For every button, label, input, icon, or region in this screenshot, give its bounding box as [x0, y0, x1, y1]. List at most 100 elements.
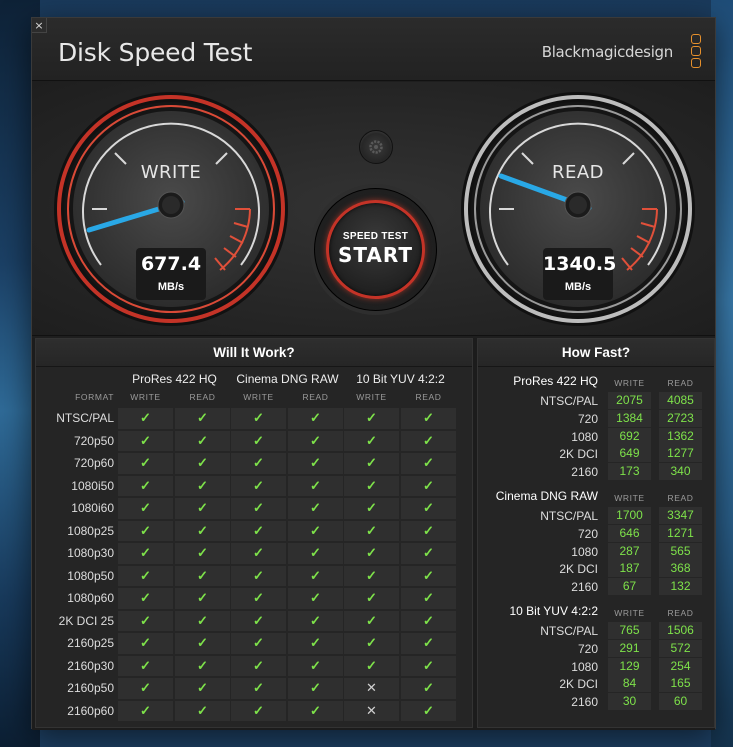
write-speed-value: 677.4 — [140, 253, 202, 275]
group-yuv-title: 10 Bit YUV 4:2:2 — [356, 372, 445, 386]
write-fps-value: 1700 — [608, 507, 651, 524]
row-label: 1080 — [571, 659, 598, 674]
write-fps-value: 84 — [608, 675, 651, 693]
table-row: NTSC/PAL ✓ ✓ ✓ ✓ ✓ ✓ — [36, 407, 472, 430]
app-window: Disk Speed Test Blackmagicdesign × WRITE… — [31, 17, 716, 730]
read-readout: 1340.5 MB/s — [543, 248, 616, 300]
row-label: NTSC/PAL — [540, 624, 598, 638]
check-icon: ✓ — [401, 453, 456, 474]
check-icon: ✓ — [175, 453, 230, 474]
check-icon: ✓ — [231, 475, 286, 496]
gauge-area: WRITE 677.4 MB/s SPEED TEST START READ 1… — [32, 82, 715, 336]
table-row: 2160p25 ✓ ✓ ✓ ✓ ✓ ✓ — [36, 632, 472, 655]
row-label: 2160 — [571, 580, 598, 595]
will-it-work-panel: Will It Work? ProRes 422 HQ Cinema DNG R… — [35, 338, 473, 728]
write-fps-value: 692 — [608, 427, 651, 445]
check-icon: ✓ — [231, 678, 286, 699]
table-row: 2K DCI 187 368 — [478, 560, 714, 578]
check-icon: ✓ — [118, 498, 173, 519]
format-label: 2160p60 — [67, 703, 114, 718]
check-icon: ✓ — [231, 430, 286, 451]
settings-button[interactable] — [359, 130, 393, 164]
write-fps-value: 187 — [608, 560, 651, 578]
write-column-header: WRITE — [614, 493, 645, 503]
check-icon: ✓ — [344, 655, 399, 676]
cross-icon: ✕ — [344, 700, 399, 721]
check-icon: ✓ — [344, 588, 399, 609]
start-button[interactable]: SPEED TEST START — [314, 188, 437, 311]
format-label: NTSC/PAL — [56, 411, 114, 425]
format-label: 1080p50 — [67, 568, 114, 583]
read-fps-value: 132 — [659, 578, 702, 596]
check-icon: ✓ — [401, 408, 456, 429]
table-row: 2160p60 ✓ ✓ ✓ ✓ ✕ ✓ — [36, 700, 472, 723]
check-icon: ✓ — [175, 700, 230, 721]
check-icon: ✓ — [344, 520, 399, 541]
read-fps-value: 4085 — [659, 392, 702, 409]
check-icon: ✓ — [401, 678, 456, 699]
check-icon: ✓ — [288, 633, 343, 654]
group-cinemadng-title: Cinema DNG RAW — [236, 372, 339, 386]
format-label: 720p50 — [73, 433, 114, 448]
row-label: 1080 — [571, 544, 598, 559]
read-column-header: READ — [667, 378, 694, 388]
check-icon: ✓ — [344, 543, 399, 564]
check-icon: ✓ — [288, 498, 343, 519]
format-label: 2160p25 — [67, 636, 114, 650]
row-label: NTSC/PAL — [540, 509, 598, 523]
yuv-write-header: WRITE — [356, 392, 387, 402]
gear-icon — [369, 140, 383, 154]
table-row: 1080i60 ✓ ✓ ✓ ✓ ✓ ✓ — [36, 497, 472, 520]
write-column-header: WRITE — [614, 378, 645, 388]
how-fast-title: How Fast? — [478, 339, 714, 367]
read-fps-value: 572 — [659, 639, 702, 657]
check-icon: ✓ — [231, 610, 286, 631]
will-it-work-groups: ProRes 422 HQ Cinema DNG RAW 10 Bit YUV … — [36, 372, 472, 388]
cinemadng-read-header: READ — [302, 392, 329, 402]
write-fps-value: 291 — [608, 639, 651, 657]
check-icon: ✓ — [231, 700, 286, 721]
table-row: 1080p25 ✓ ✓ ✓ ✓ ✓ ✓ — [36, 520, 472, 543]
check-icon: ✓ — [401, 430, 456, 451]
row-label: 720 — [577, 641, 598, 656]
results-panels: Will It Work? ProRes 422 HQ Cinema DNG R… — [32, 338, 715, 730]
check-icon: ✓ — [344, 633, 399, 654]
check-icon: ✓ — [288, 520, 343, 541]
read-column-header: READ — [667, 608, 694, 618]
check-icon: ✓ — [118, 475, 173, 496]
section-title: 10 Bit YUV 4:2:2 — [509, 604, 599, 618]
check-icon: ✓ — [118, 408, 173, 429]
check-icon: ✓ — [175, 498, 230, 519]
format-header: FORMAT — [75, 392, 114, 402]
table-row: 720p60 ✓ ✓ ✓ ✓ ✓ ✓ — [36, 452, 472, 475]
how-fast-panel: How Fast? ProRes 422 HQ WRITE READ NTSC/PAL… — [477, 338, 715, 728]
will-it-work-title: Will It Work? — [36, 339, 472, 367]
app-title: Disk Speed Test — [58, 38, 253, 67]
check-icon: ✓ — [231, 408, 286, 429]
read-fps-value: 60 — [659, 693, 702, 711]
check-icon: ✓ — [175, 655, 230, 676]
table-row: 720p50 ✓ ✓ ✓ ✓ ✓ ✓ — [36, 430, 472, 453]
cinemadng-write-header: WRITE — [243, 392, 274, 402]
check-icon: ✓ — [401, 700, 456, 721]
check-icon: ✓ — [288, 408, 343, 429]
start-button-face[interactable]: SPEED TEST START — [326, 200, 425, 299]
format-label: 1080i60 — [71, 501, 114, 515]
check-icon: ✓ — [288, 655, 343, 676]
close-button[interactable]: × — [32, 18, 47, 33]
write-readout: 677.4 MB/s — [136, 248, 206, 300]
check-icon: ✓ — [288, 565, 343, 586]
write-gauge: WRITE 677.4 MB/s — [52, 90, 290, 328]
check-icon: ✓ — [401, 520, 456, 541]
table-row: 720 646 1271 — [478, 524, 714, 543]
table-row: 2K DCI 25 ✓ ✓ ✓ ✓ ✓ ✓ — [36, 610, 472, 633]
table-row: 2160 30 60 — [478, 693, 714, 711]
write-fps-value: 129 — [608, 657, 651, 675]
check-icon: ✓ — [401, 633, 456, 654]
section-title: Cinema DNG RAW — [495, 489, 598, 503]
check-icon: ✓ — [401, 565, 456, 586]
check-icon: ✓ — [401, 498, 456, 519]
check-icon: ✓ — [175, 633, 230, 654]
group-prores-title: ProRes 422 HQ — [132, 372, 217, 386]
check-icon: ✓ — [175, 610, 230, 631]
